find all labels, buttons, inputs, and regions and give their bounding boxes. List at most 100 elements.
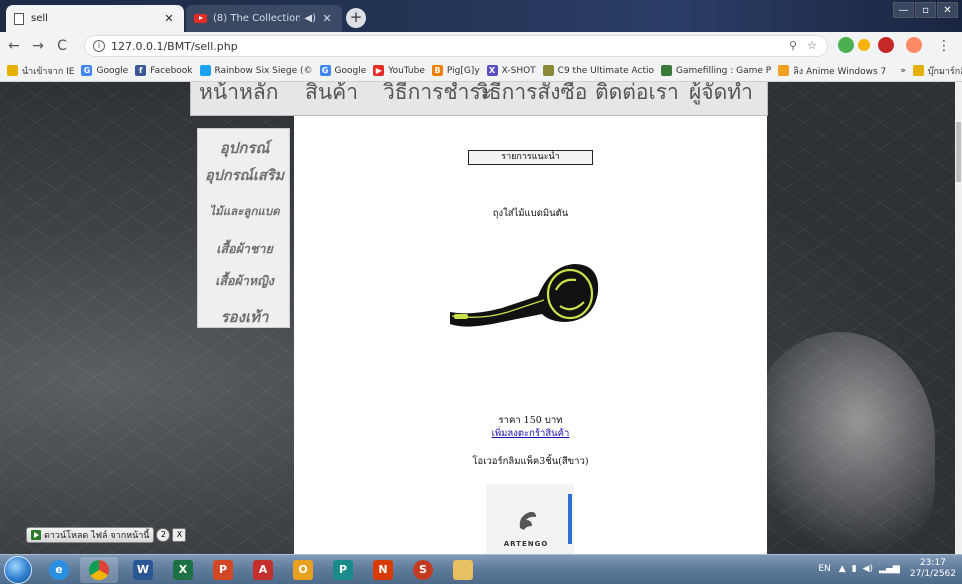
network-icon[interactable]: ▮ — [852, 564, 857, 574]
new-tab-button[interactable]: + — [346, 8, 366, 28]
start-button[interactable] — [4, 556, 32, 584]
page-scrollbar[interactable] — [955, 82, 962, 554]
extension-icon[interactable] — [878, 37, 894, 53]
excel-icon: X — [173, 560, 193, 580]
nav-products[interactable]: สินค้า — [305, 82, 358, 109]
tray-arrow-icon[interactable]: ▲ — [839, 564, 846, 574]
taskbar-excel[interactable]: X — [164, 557, 202, 583]
reload-icon[interactable]: C — [52, 38, 72, 54]
youtube-icon — [194, 14, 207, 23]
taskbar-explorer[interactable] — [444, 557, 482, 583]
audio-playing-icon[interactable]: ◀) — [304, 13, 316, 24]
bookmark-item[interactable]: X X-SHOT — [486, 65, 536, 76]
url-text: 127.0.0.1/BMT/sell.php — [111, 39, 238, 53]
bookmark-item[interactable]: B Pig[G]y — [431, 65, 480, 76]
page-favicon-icon — [14, 12, 24, 25]
tab-close-icon[interactable]: ✕ — [162, 12, 176, 25]
tab-title: sell — [31, 13, 48, 24]
bookmark-item[interactable]: Rainbow Six Siege (© — [199, 65, 313, 76]
racket-bag-image[interactable] — [442, 256, 602, 336]
menu-dots-icon[interactable]: ⋮ — [934, 38, 954, 54]
bookmark-item[interactable]: ▶ YouTube — [373, 65, 425, 76]
menu-mens-clothing[interactable]: เสื้อผ้าชาย — [198, 239, 291, 259]
download-help-badge[interactable]: 2 — [156, 528, 171, 542]
minimize-button[interactable]: — — [893, 2, 914, 18]
app-s-icon: S — [413, 560, 433, 580]
bookmark-item[interactable]: Gamefilling : Game P — [660, 65, 771, 76]
word-icon: W — [133, 560, 153, 580]
powerpoint-icon: P — [213, 560, 233, 580]
taskbar-ie[interactable]: e — [40, 557, 78, 583]
download-toolbar: ดาวน์โหลด ไฟล์ จากหน้านี้ 2 X — [26, 527, 187, 543]
twitter-icon — [199, 65, 211, 76]
taskbar-outlook[interactable]: O — [284, 557, 322, 583]
chrome-icon — [89, 560, 109, 580]
anime-icon — [778, 65, 790, 76]
download-play-icon — [31, 530, 41, 540]
bookmark-item[interactable]: ลิง Anime Windows 7 — [778, 64, 886, 78]
menu-accessories[interactable]: อุปกรณ์เสริม — [198, 164, 291, 187]
menu-equipment[interactable]: อุปกรณ์ — [198, 136, 291, 160]
site-top-navigation: หน้าหลัก สินค้า วิธีการชำระ วิธีการสั่งซ… — [190, 82, 768, 116]
folder-icon — [7, 65, 18, 76]
profile-avatar[interactable] — [906, 37, 922, 53]
tab-title: (8) The Collection Beautiful — [213, 13, 301, 24]
nav-home[interactable]: หน้าหลัก — [199, 82, 278, 109]
download-button[interactable]: ดาวน์โหลด ไฟล์ จากหน้านี้ — [26, 527, 155, 543]
category-side-menu: อุปกรณ์ อุปกรณ์เสริม ไม้และลูกแบด เสื้อผ… — [197, 128, 290, 328]
facebook-icon: f — [135, 65, 147, 76]
download-close-button[interactable]: X — [172, 528, 187, 542]
onenote-icon: N — [373, 560, 393, 580]
language-indicator[interactable]: EN — [818, 564, 830, 574]
tab-sell[interactable]: sell ✕ — [6, 5, 184, 32]
signal-icon[interactable]: ▂▄▆ — [879, 564, 900, 574]
taskbar-acrobat[interactable]: A — [244, 557, 282, 583]
other-bookmarks[interactable]: บุ๊กมาร์กอื่นๆ — [912, 64, 962, 78]
windows-taskbar: e W X P A O P N S EN ▲ ▮ ◀) ▂▄▆ 23:17 27… — [0, 554, 962, 584]
bookmark-item[interactable]: นำเข้าจาก IE — [7, 64, 74, 78]
taskbar-onenote[interactable]: N — [364, 557, 402, 583]
bookmark-item[interactable]: f Facebook — [135, 65, 193, 76]
bookmark-star-icon[interactable]: ☆ — [807, 39, 817, 52]
taskbar-powerpoint[interactable]: P — [204, 557, 242, 583]
back-arrow-icon[interactable]: ← — [4, 38, 24, 54]
taskbar-publisher[interactable]: P — [324, 557, 362, 583]
tab-youtube[interactable]: (8) The Collection Beautiful ◀) ✕ — [186, 5, 342, 32]
nav-payment[interactable]: วิธีการชำระ — [383, 82, 492, 109]
maximize-button[interactable]: ▫ — [915, 2, 936, 18]
bookmarks-more-button[interactable]: » — [900, 66, 906, 76]
close-window-button[interactable]: ✕ — [937, 2, 958, 18]
blogger-icon: B — [431, 65, 443, 76]
forward-arrow-icon[interactable]: → — [28, 38, 48, 54]
nav-contact[interactable]: ติดต่อเรา — [595, 82, 679, 109]
outlook-icon: O — [293, 560, 313, 580]
menu-shoes[interactable]: รองเท้า — [198, 305, 291, 329]
tab-close-icon[interactable]: ✕ — [320, 12, 334, 25]
scrollbar-thumb[interactable] — [956, 122, 961, 182]
taskbar-app[interactable]: S — [404, 557, 442, 583]
bag-badge — [454, 314, 468, 319]
page-viewport: หน้าหลัก สินค้า วิธีการชำระ วิธีการสั่งซ… — [0, 82, 955, 554]
nav-how-to-order[interactable]: วิธีการสั่งซื้อ — [477, 82, 587, 109]
taskbar-word[interactable]: W — [124, 557, 162, 583]
publisher-icon: P — [333, 560, 353, 580]
menu-rackets-shuttles[interactable]: ไม้และลูกแบด — [198, 203, 291, 221]
extension-moon-icon[interactable] — [858, 39, 870, 51]
overgrip-pack-image[interactable]: ARTENGO — [486, 484, 574, 554]
site-info-icon[interactable]: i — [93, 40, 105, 52]
bookmark-item[interactable]: G Google — [81, 65, 128, 76]
folder-icon — [912, 65, 924, 76]
zoom-icon[interactable]: ⚲ — [789, 39, 797, 52]
bookmark-item[interactable]: G Google — [319, 65, 366, 76]
extension-icon[interactable] — [838, 37, 854, 53]
bookmark-item[interactable]: C9 the Ultimate Actio — [542, 65, 654, 76]
taskbar-chrome[interactable] — [80, 557, 118, 583]
address-bar[interactable]: i 127.0.0.1/BMT/sell.php ⚲ ☆ — [84, 35, 828, 57]
product-name: ถุงใส่ไม้แบดมินตัน — [492, 208, 569, 219]
nav-author[interactable]: ผู้จัดทำ — [689, 82, 753, 109]
taskbar-clock[interactable]: 23:17 27/1/2562 — [910, 558, 956, 580]
volume-icon[interactable]: ◀) — [863, 564, 873, 574]
add-to-cart-link[interactable]: เพิ่มลงตะกร้าสินค้า — [294, 426, 767, 441]
menu-womens-clothing[interactable]: เสื้อผ้าหญิง — [198, 271, 291, 291]
clock-time: 23:17 — [919, 558, 946, 568]
